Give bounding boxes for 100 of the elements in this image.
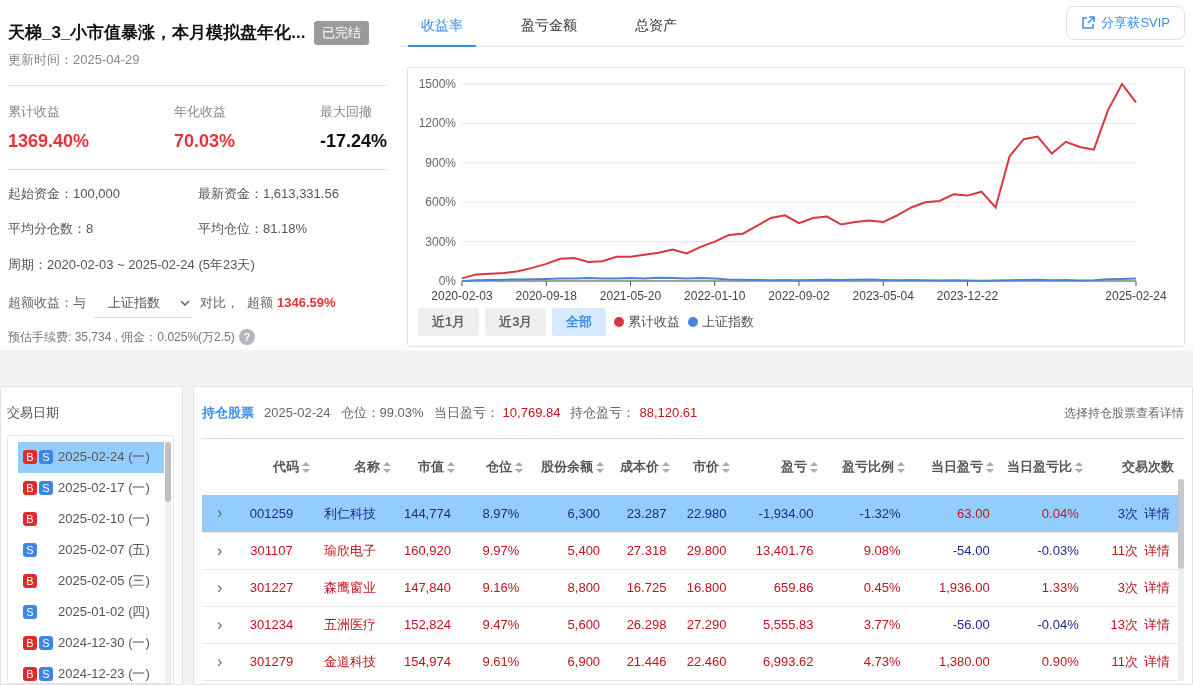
table-cell: 23.287 [626,505,667,521]
trade-badge: S [39,667,53,681]
table-cell: 9.08% [863,542,901,558]
info-text: 平均分仓数：8 [8,220,95,238]
table-cell: 13,401.76 [755,542,814,558]
position-text: 仓位：99.03% [340,403,424,422]
range-button[interactable]: 近3月 [485,308,547,336]
expand-toggle[interactable]: › [216,615,223,633]
table-cell: 5,555.83 [762,616,814,632]
holding-row[interactable]: › 301279 金道科技 154,974 9.61% 6,900 21.446 22.460 6,993.62 4.73% 1,380.00 0.90% 11次 详情 [202,643,1178,680]
table-cell: 4.73% [863,653,901,669]
column-header[interactable]: 盈亏 [780,457,807,477]
day-pnl-value: 10,769.84 [502,403,561,422]
table-cell-text: 3次 [1117,504,1138,523]
table-cell: 301227 [249,579,294,595]
table-cell: 16.725 [626,579,667,595]
trade-badge: B [23,667,37,681]
detail-link[interactable]: 详情 [1144,614,1170,635]
date-item[interactable]: S 2025-02-07 (五) [18,534,164,566]
excess-label: 超额收益：与 [8,294,86,313]
column-header[interactable]: 代码 [272,457,299,477]
sort-icon[interactable] [301,461,310,473]
detail-link[interactable]: 详情 [1144,540,1170,561]
trade-badge: S [39,636,53,650]
trade-badge: S [23,543,37,557]
date-item[interactable]: S 2025-01-02 (四) [18,596,164,628]
y-tick-label: 300% [425,234,456,249]
trade-badge: S [23,605,37,619]
detail-link[interactable]: 详情 [1144,577,1170,598]
date-item[interactable]: B S 2024-12-30 (一) [18,627,164,659]
metric-label: 累计收益 [8,103,61,121]
sort-icon[interactable] [722,461,731,473]
table-cell: 27.290 [686,616,727,632]
y-tick-label: 1200% [418,116,456,131]
expand-toggle[interactable]: › [216,652,223,670]
column-header[interactable]: 股份余额 [541,457,594,477]
table-cell: 5,400 [567,542,601,558]
date-item[interactable]: B 2025-02-05 (三) [18,565,164,597]
detail-link[interactable]: 详情 [1144,651,1170,672]
share-button[interactable]: 分享获SVIP [1066,6,1185,40]
chart-tab[interactable]: 收益率 [408,6,476,47]
sort-icon[interactable] [446,461,455,473]
sort-icon[interactable] [1074,461,1083,473]
column-header[interactable]: 名称 [353,457,380,477]
table-cell: 瑜欣电子 [324,542,377,558]
date-item[interactable]: B S 2024-12-23 (一) [18,658,164,683]
table-cell: 16.800 [686,579,727,595]
sort-icon[interactable] [662,461,671,473]
holding-row[interactable]: › 301234 五洲医疗 152,824 9.47% 5,600 26.298 27.290 5,555.83 3.77% -56.00 -0.04% 13次 详情 [202,606,1178,643]
sort-icon[interactable] [896,461,905,473]
date-item[interactable]: B S 2025-02-17 (一) [18,472,164,504]
hold-pnl-value: 88,120.61 [639,403,698,422]
sort-icon[interactable] [515,461,524,473]
table-cell-text: 11次 [1111,541,1138,560]
table-cell: 22.980 [686,505,727,521]
expand-toggle[interactable]: › [216,541,223,559]
benchmark-select[interactable]: 上证指数 [94,288,192,318]
chart-tab[interactable]: 盈亏金额 [508,6,590,47]
table-cell: 6,300 [567,505,601,521]
y-tick-label: 1500% [418,77,456,91]
detail-link[interactable]: 详情 [1144,503,1170,523]
table-cell: 3.77% [863,616,901,632]
date-item[interactable]: B 2025-02-10 (一) [18,503,164,535]
table-cell: 26.298 [626,616,667,632]
column-header[interactable]: 仓位 [486,457,513,477]
trade-badge: B [23,636,37,650]
x-tick-label: 2022-01-10 [684,289,746,303]
column-header[interactable]: 市价 [693,457,720,477]
holding-row[interactable]: › 301227 森鹰窗业 147,840 9.16% 8,800 16.725 16.800 659.86 0.45% 1,936.00 1.33% 3次 详情 [202,569,1178,606]
x-tick-label: 2020-09-18 [515,289,577,303]
status-tag: 已完结 [313,21,369,45]
table-cell: 301279 [249,653,294,669]
column-header[interactable]: 当日盈亏比 [1006,457,1072,477]
sort-icon[interactable] [382,461,391,473]
table-cell: 6,900 [567,653,601,669]
expand-toggle[interactable]: › [216,504,223,522]
sort-icon[interactable] [985,461,994,473]
metric-label: 最大回撤 [319,103,372,121]
excess-label: 超额 [247,294,273,313]
column-header[interactable]: 当日盈亏 [930,457,983,477]
column-header[interactable]: 交易次数 [1122,457,1174,477]
metric-value: 70.03% [174,129,236,153]
column-header[interactable]: 盈亏比例 [841,457,894,477]
holding-row[interactable]: › 301107 瑜欣电子 160,920 9.97% 5,400 27.318 29.800 13,401.76 9.08% -54.00 -0.03% 11次 详情 [202,532,1178,569]
expand-toggle[interactable]: › [216,578,223,596]
share-icon [1081,16,1096,30]
metric-value: -17.24% [319,129,387,153]
legend-label: 上证指数 [702,313,755,332]
date-item[interactable]: B S 2025-02-24 (一) [18,441,164,473]
sort-icon[interactable] [596,461,605,473]
chevron-down-icon [180,299,190,306]
y-tick-label: 0% [438,274,456,288]
table-cell: -0.03% [1037,542,1079,558]
chart-tab[interactable]: 总资产 [622,6,690,47]
table-cell: 001259 [249,505,294,521]
sort-icon[interactable] [809,461,818,473]
range-button[interactable]: 近1月 [418,308,480,336]
column-header[interactable]: 市值 [417,457,444,477]
column-header[interactable]: 成本价 [620,457,660,477]
excess-value: 1346.59% [277,294,336,313]
